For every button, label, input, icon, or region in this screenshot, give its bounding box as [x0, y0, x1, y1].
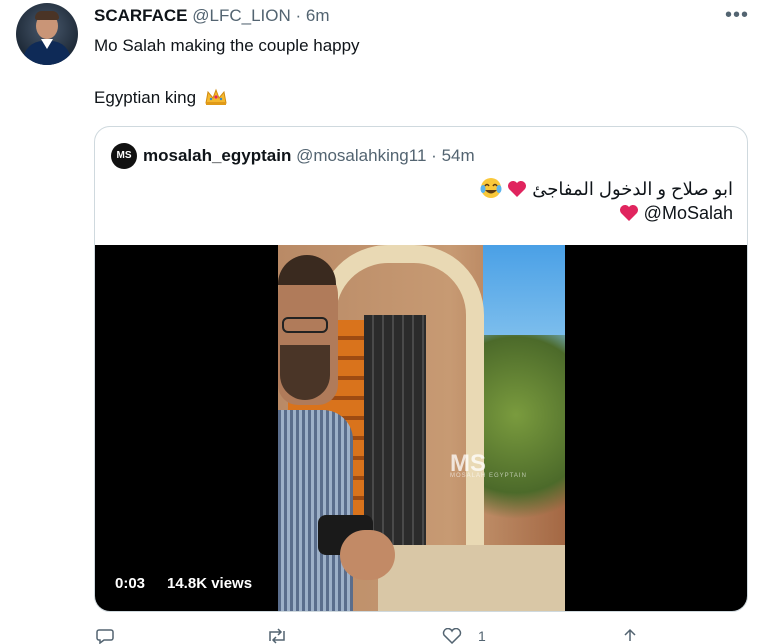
more-options-icon[interactable]: ••• — [725, 4, 749, 27]
avatar-hair — [35, 11, 59, 20]
tweet-timestamp[interactable]: 6m — [306, 6, 330, 25]
quoted-text-line2-wrap: @MoSalah — [619, 203, 733, 224]
quoted-text-line1: ابو صلاح و الدخول المفاجئ — [532, 179, 733, 199]
share-icon[interactable] — [622, 628, 638, 644]
tweet-text-line2-wrap: Egyptian king — [94, 88, 227, 108]
tweet-action-bar: 1 — [94, 628, 654, 644]
tweet-text-line1: Mo Salah making the couple happy — [94, 36, 360, 55]
video-gate — [364, 315, 426, 545]
red-heart-icon — [508, 181, 527, 197]
crown-icon — [205, 88, 227, 105]
like-icon[interactable] — [442, 628, 462, 644]
like-count: 1 — [478, 628, 486, 644]
video-floor — [378, 545, 565, 611]
video-plants — [483, 335, 565, 535]
quoted-tweet-header: mosalah_egyptain @mosalahking11 · 54m — [143, 146, 475, 166]
author-handle[interactable]: @LFC_LION — [192, 6, 291, 25]
video-watermark-sub: MOSALAH EGYPTAIN — [450, 473, 527, 479]
reply-icon[interactable] — [96, 628, 114, 644]
separator-dot: · — [295, 6, 302, 25]
video-person-hand — [340, 530, 395, 580]
user-avatar[interactable] — [16, 3, 78, 65]
quoted-timestamp[interactable]: 54m — [442, 146, 475, 165]
video-person-shirt — [278, 410, 353, 611]
tears-of-joy-icon — [480, 178, 502, 198]
quoted-tweet-card[interactable]: MS mosalah_egyptain @mosalahking11 · 54m… — [94, 126, 748, 612]
video-person-glasses — [282, 317, 328, 333]
quoted-separator-dot: · — [431, 146, 437, 165]
video-frame: MS MOSALAH EGYPTAIN — [278, 245, 565, 611]
quoted-text-line1-wrap: ابو صلاح و الدخول المفاجئ — [480, 177, 733, 200]
quoted-author-handle[interactable]: @mosalahking11 — [296, 146, 426, 165]
quoted-author-avatar[interactable]: MS — [111, 143, 137, 169]
video-player[interactable]: MS MOSALAH EGYPTAIN 0:03 14.8K views — [95, 245, 747, 611]
quoted-author-name[interactable]: mosalah_egyptain — [143, 146, 291, 165]
red-heart-icon-2 — [619, 205, 638, 221]
video-person-beard — [280, 345, 330, 400]
author-name[interactable]: SCARFACE — [94, 6, 188, 25]
video-time: 0:03 — [115, 575, 146, 592]
quoted-mention[interactable]: @MoSalah — [644, 203, 733, 223]
tweet-header: SCARFACE @LFC_LION · 6m — [94, 6, 330, 26]
tweet-text-line2: Egyptian king — [94, 88, 197, 107]
video-views: 14.8K views — [167, 575, 253, 592]
retweet-icon[interactable] — [266, 628, 288, 644]
